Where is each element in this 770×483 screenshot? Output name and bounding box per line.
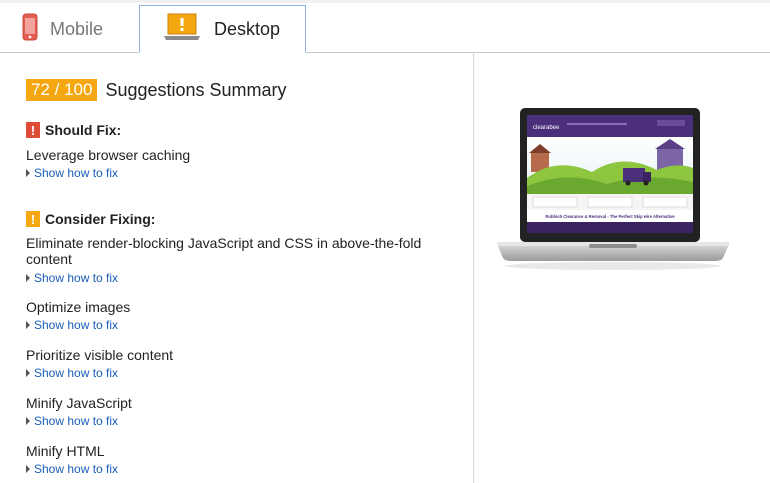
score-badge: 72 / 100 (26, 79, 98, 101)
expand-triangle-icon (26, 417, 30, 425)
should-fix-title: Should Fix: (45, 122, 122, 138)
expand-triangle-icon (26, 321, 30, 329)
show-how-to-fix-label: Show how to fix (34, 366, 119, 380)
rule-title-line2: content (26, 251, 72, 267)
rule-title: Prioritize visible content (26, 347, 174, 363)
consider-fixing-heading: ! Consider Fixing: (26, 211, 155, 227)
consider-fixing-title: Consider Fixing: (45, 211, 156, 227)
summary-title: Suggestions Summary (105, 79, 287, 100)
rule-title: Minify HTML (26, 443, 105, 459)
rule-title: Leverage browser caching (26, 147, 191, 163)
exclamation-red-icon: ! (26, 122, 40, 138)
show-how-to-fix-label: Show how to fix (34, 318, 119, 332)
show-how-to-fix-label: Show how to fix (34, 166, 119, 180)
mobile-phone-icon (22, 13, 38, 46)
site-banner-text: Rubbish Clearance & Removal - The Perfec… (545, 214, 675, 219)
show-how-to-fix-label: Show how to fix (34, 271, 119, 285)
expand-triangle-icon (26, 369, 30, 377)
device-tabs: Mobile Desktop (0, 0, 770, 53)
should-fix-heading: ! Should Fix: (26, 122, 121, 138)
exclamation-orange-icon: ! (26, 211, 40, 227)
show-how-to-fix-link[interactable]: Show how to fix (26, 271, 118, 285)
show-how-to-fix-label: Show how to fix (34, 414, 119, 428)
score-summary: 72 / 100 Suggestions Summary (26, 79, 287, 101)
expand-triangle-icon (26, 274, 30, 282)
site-logo-text: clearabee (533, 125, 560, 131)
tab-mobile[interactable]: Mobile (0, 6, 138, 52)
show-how-to-fix-link[interactable]: Show how to fix (26, 318, 118, 332)
show-how-to-fix-link[interactable]: Show how to fix (26, 414, 118, 428)
show-how-to-fix-link[interactable]: Show how to fix (26, 166, 118, 180)
show-how-to-fix-link[interactable]: Show how to fix (26, 462, 118, 476)
tab-desktop-label: Desktop (214, 18, 281, 39)
show-how-to-fix-link[interactable]: Show how to fix (26, 366, 118, 380)
rule-title: Optimize images (26, 299, 131, 315)
expand-triangle-icon (26, 169, 30, 177)
tab-desktop[interactable]: Desktop (139, 5, 306, 53)
rule-title-line1: Eliminate render-blocking JavaScript and… (26, 235, 422, 251)
laptop-warning-icon (162, 13, 202, 46)
column-divider (473, 53, 474, 483)
desktop-preview: clearabee Rubbish Clearance & Removal - … (497, 108, 729, 278)
expand-triangle-icon (26, 465, 30, 473)
rule-title: Minify JavaScript (26, 395, 132, 411)
laptop-screenshot: clearabee Rubbish Clearance & Removal - … (497, 108, 729, 270)
tab-mobile-label: Mobile (50, 18, 104, 39)
show-how-to-fix-label: Show how to fix (34, 462, 119, 476)
